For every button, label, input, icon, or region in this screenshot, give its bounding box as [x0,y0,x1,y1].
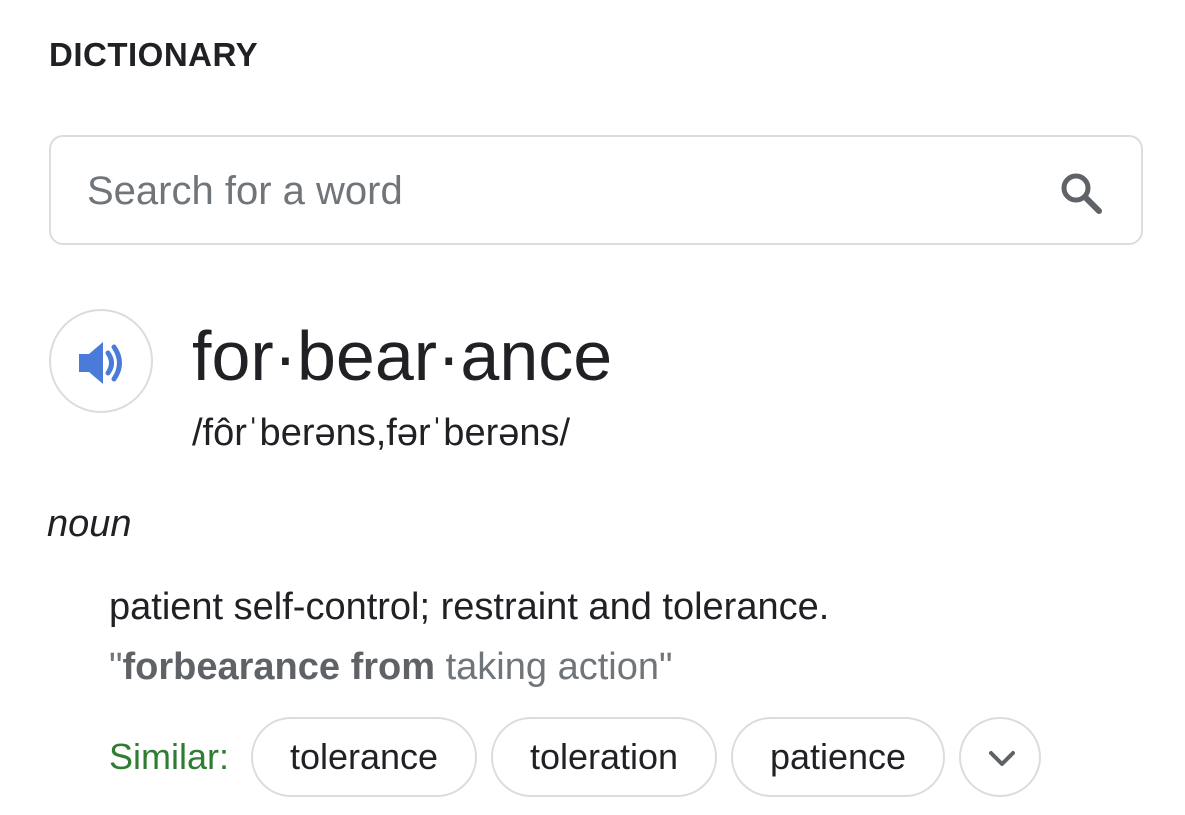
similar-word-chip[interactable]: patience [731,717,945,797]
example-close-quote: " [658,646,673,688]
example-bold-text: forbearance from [122,646,436,688]
search-icon[interactable] [1059,171,1105,217]
chevron-down-icon [989,751,1015,766]
part-of-speech: noun [47,503,132,545]
search-box[interactable] [49,135,1143,245]
search-input[interactable] [87,159,987,223]
similar-word-chip[interactable]: tolerance [251,717,477,797]
definition-text: patient self-control; restraint and tole… [109,586,830,628]
phonetic-spelling: /fôrˈberəns,fərˈberəns/ [192,412,571,454]
example-sentence: "forbearance from taking action" [109,646,672,689]
dictionary-card: DICTIONARY for·bear·ance /fôrˈberəns,fər… [0,0,1185,815]
speaker-icon [79,342,122,384]
similar-word-chip[interactable]: toleration [491,717,717,797]
example-open-quote: " [109,646,123,688]
more-similar-button[interactable] [959,717,1041,797]
pronunciation-audio-button[interactable] [49,309,153,413]
similar-label: Similar: [109,736,230,777]
headword: for·bear·ance [192,317,613,395]
example-rest-text: taking action [435,646,659,688]
section-title: DICTIONARY [49,36,259,73]
